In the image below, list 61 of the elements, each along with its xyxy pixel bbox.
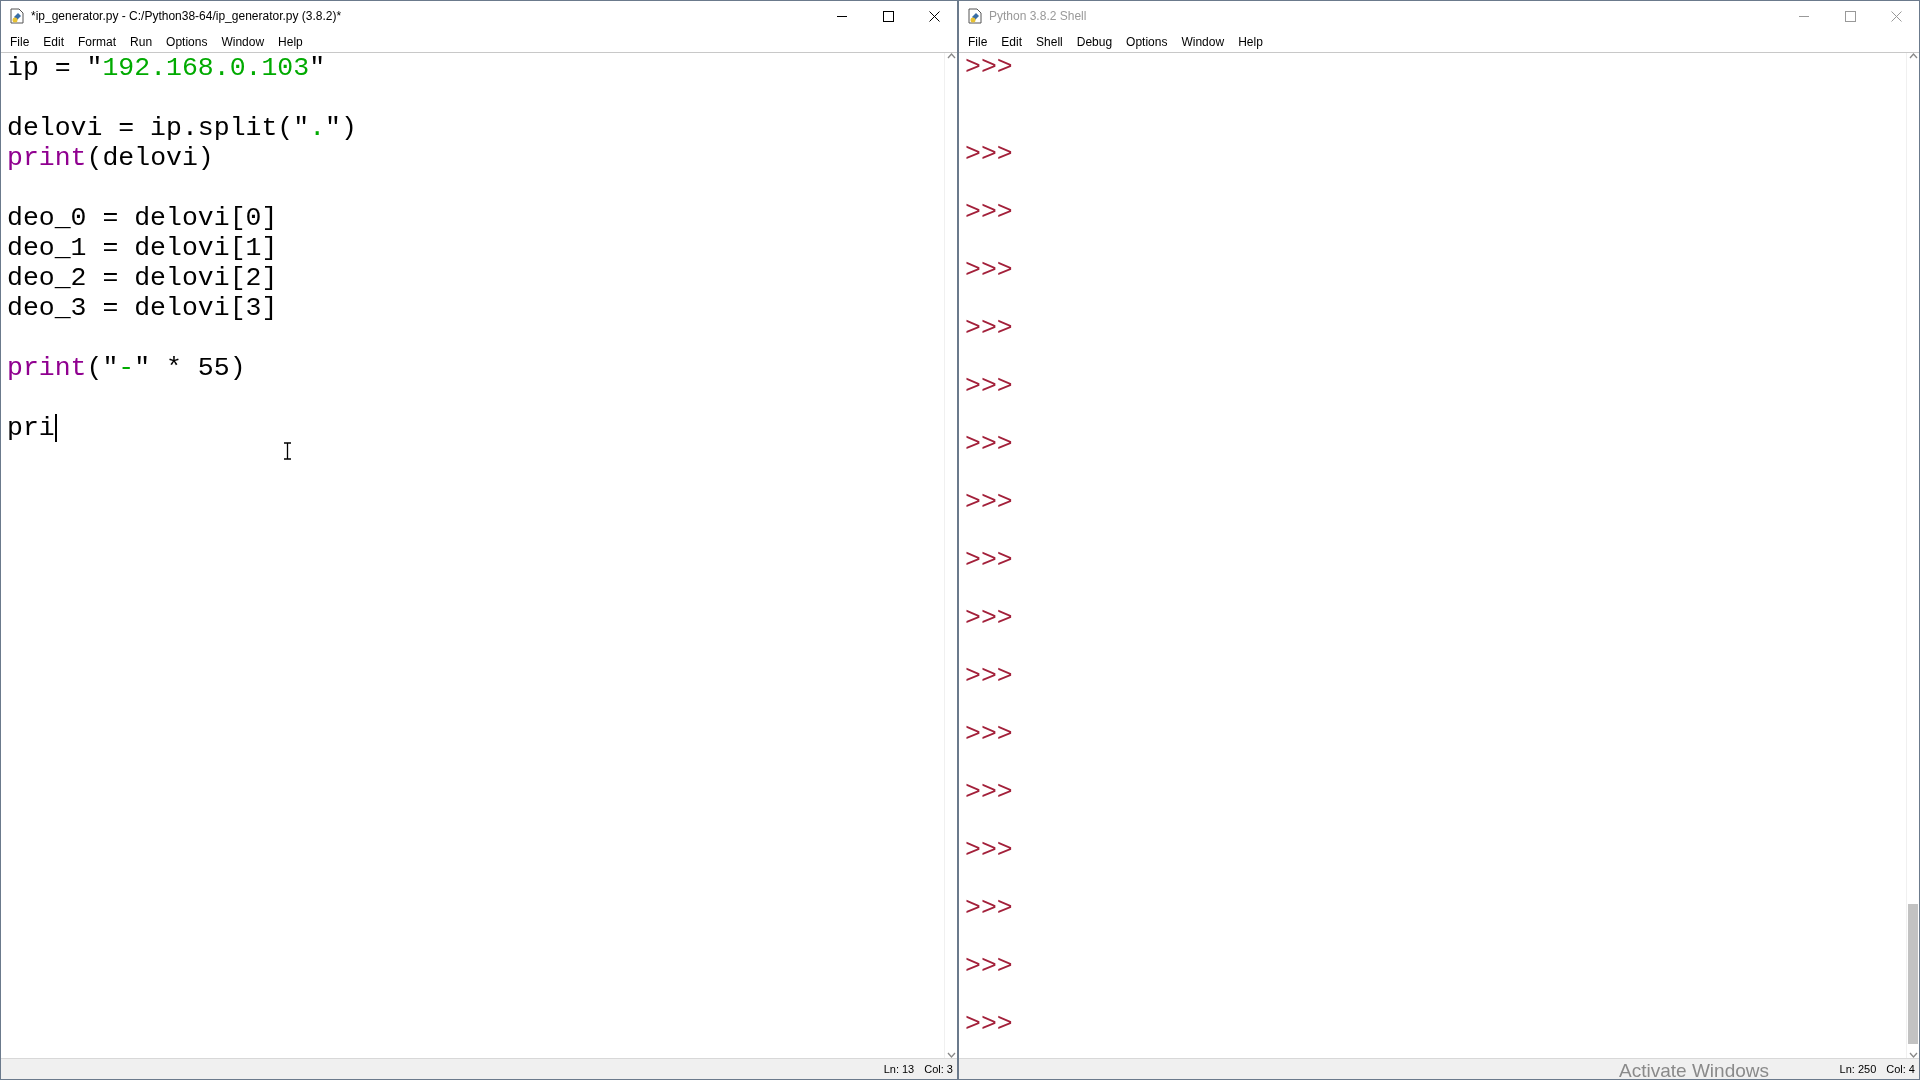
close-icon (928, 10, 940, 22)
window-title: Python 3.8.2 Shell (989, 9, 1088, 23)
shell-prompt: >>> (965, 430, 1013, 459)
menu-item[interactable]: Shell (1029, 31, 1070, 52)
code-line: ip = "192.168.0.103" (7, 53, 326, 83)
shell-prompt: >>> (965, 1010, 1013, 1039)
activation-watermark: Activate Windows (1619, 1060, 1769, 1079)
menu-item[interactable]: File (961, 31, 995, 52)
shell-prompt: >>> (965, 198, 1013, 227)
shell-prompt: >>> (965, 256, 1013, 285)
shell-prompt: >>> (965, 546, 1013, 575)
scroll-up-icon[interactable] (946, 53, 956, 59)
shell-prompt: >>> (965, 53, 1013, 82)
status-text: Col: 4 (1886, 1063, 1915, 1075)
scroll-up-icon[interactable] (1908, 53, 1918, 59)
menu-item[interactable]: Window (1174, 31, 1232, 52)
window-title: *ip_generator.py - C:/Python38-64/ip_generator.py (3.8.2)* (31, 9, 343, 23)
scroll-down-icon[interactable] (1908, 1052, 1918, 1058)
close-icon (1890, 10, 1902, 22)
code-line: pri (7, 413, 55, 443)
status-text: Ln: 250 (1839, 1063, 1877, 1075)
menu-item[interactable]: Help (1231, 31, 1270, 52)
shell-prompt: >>> (965, 604, 1013, 633)
code-line: deo_3 = delovi[3] (7, 293, 278, 323)
document-icon (967, 8, 983, 24)
shell-prompt: >>> (965, 488, 1013, 517)
scroll-down-icon[interactable] (946, 1052, 956, 1058)
text-cursor-icon (283, 442, 292, 460)
shell-prompt: >>> (965, 720, 1013, 749)
scrollbar[interactable] (1906, 53, 1919, 1058)
document-icon (9, 8, 25, 24)
status-text: Col: 3 (924, 1063, 953, 1075)
shell-prompt: >>> (965, 140, 1013, 169)
code-line: deo_1 = delovi[1] (7, 233, 278, 263)
menu-item[interactable]: Edit (994, 31, 1030, 52)
menu-item[interactable]: Run (123, 31, 160, 52)
shell-prompt: >>> (965, 952, 1013, 981)
menu-item[interactable]: Debug (1069, 31, 1120, 52)
shell-prompt: >>> (965, 778, 1013, 807)
shell-prompt: >>> (965, 894, 1013, 923)
scrollbar-thumb[interactable] (1908, 904, 1918, 1044)
code-line: deo_0 = delovi[0] (7, 203, 278, 233)
code-line: print(delovi) (7, 143, 214, 173)
code-line: deo_2 = delovi[2] (7, 263, 278, 293)
menu-item[interactable]: Edit (36, 31, 72, 52)
shell-prompt: >>> (965, 836, 1013, 865)
scrollbar[interactable] (944, 53, 957, 1058)
menu-item[interactable]: Help (271, 31, 310, 52)
menu-item[interactable]: Window (214, 31, 272, 52)
code-line: print("-" * 55) (7, 353, 246, 383)
menu-item[interactable]: File (3, 31, 37, 52)
status-text: Ln: 13 (883, 1063, 915, 1075)
shell-prompt: >>> (965, 314, 1013, 343)
code-line: delovi = ip.split(".") (7, 113, 357, 143)
shell-prompt: >>> (965, 372, 1013, 401)
menu-item[interactable]: Format (71, 31, 124, 52)
menu-item[interactable]: Options (1119, 31, 1175, 52)
maximize-icon (882, 10, 894, 22)
maximize-icon (1844, 10, 1856, 22)
menu-item[interactable]: Options (159, 31, 215, 52)
shell-prompt: >>> (965, 662, 1013, 691)
